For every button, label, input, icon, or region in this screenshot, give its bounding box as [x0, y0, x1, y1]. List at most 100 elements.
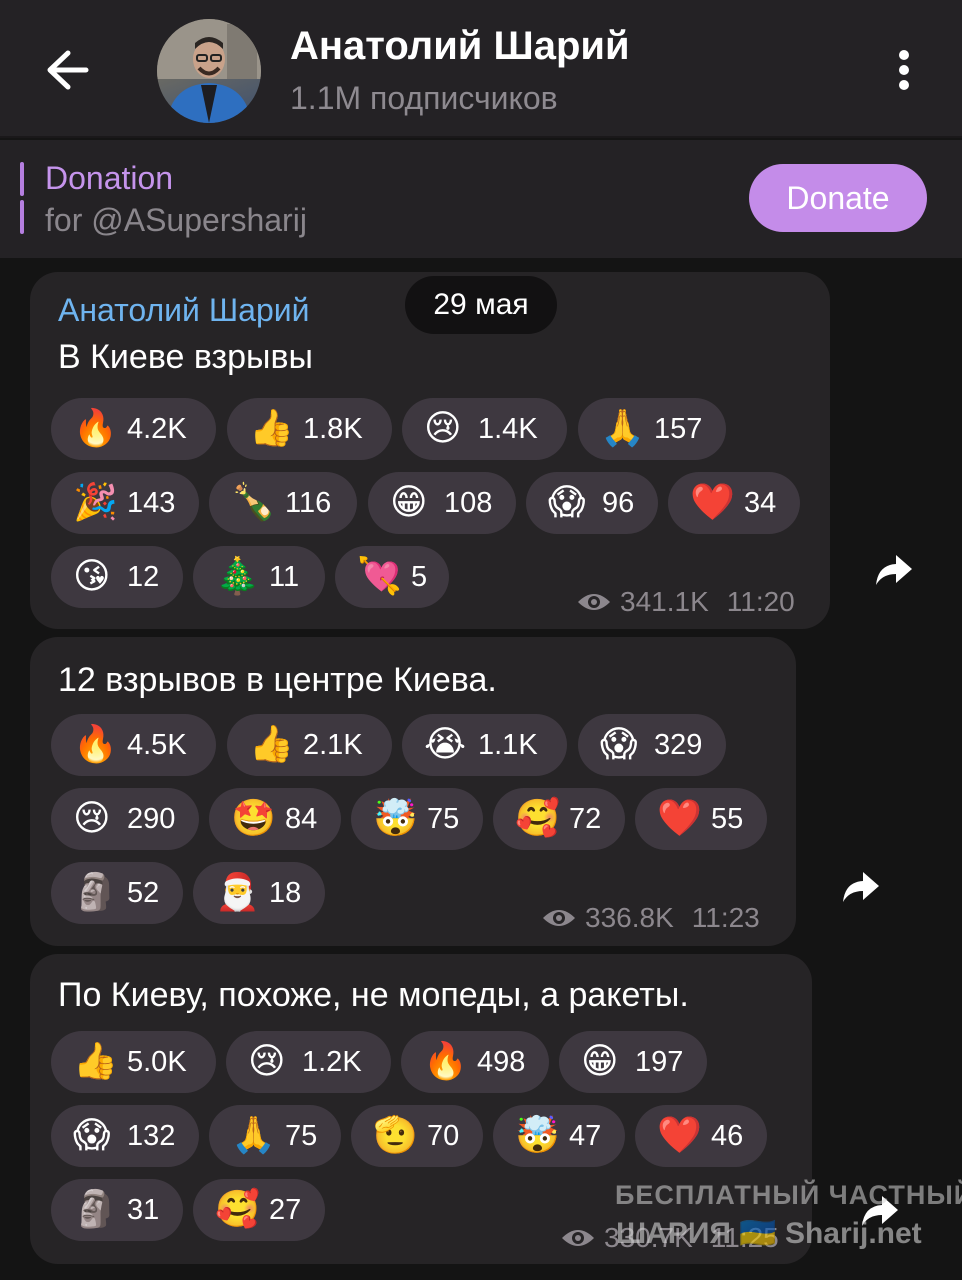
reaction-chip[interactable]: 🔥 498: [401, 1031, 549, 1093]
pinned-message-bar[interactable]: Donation for @ASupersharij Donate: [0, 140, 962, 258]
reaction-chip[interactable]: 🎉 143: [51, 472, 199, 534]
message-text: В Киеве взрывы: [58, 338, 313, 376]
reaction-chip[interactable]: 👍 5.0K: [51, 1031, 216, 1093]
reaction-count: 84: [285, 802, 318, 835]
reaction-chip[interactable]: 😘 12: [51, 546, 183, 608]
reaction-chip[interactable]: 🥰 27: [193, 1179, 325, 1241]
moai-emoji-icon: 🗿: [73, 872, 118, 913]
reaction-count: 132: [127, 1119, 176, 1152]
reaction-count: 4.2K: [127, 412, 187, 445]
fire-emoji-icon: 🔥: [73, 724, 118, 765]
reaction-chip[interactable]: 😱 132: [51, 1105, 199, 1167]
saluting-face-emoji-icon: 🫡: [373, 1115, 418, 1156]
screaming-face-emoji-icon: 😱: [73, 1115, 111, 1156]
reaction-count: 108: [444, 486, 493, 519]
forward-icon[interactable]: [841, 870, 881, 904]
message-sender[interactable]: Анатолий Шарий: [58, 292, 309, 329]
reaction-chip[interactable]: 🍾 116: [209, 472, 357, 534]
reaction-count: 1.1K: [478, 728, 538, 761]
reaction-chip[interactable]: 😢 1.4K: [402, 398, 567, 460]
pinned-indicator: [20, 162, 24, 196]
reaction-chip[interactable]: 👍 2.1K: [227, 714, 392, 776]
message-text: 12 взрывов в центре Киева.: [58, 661, 497, 699]
reaction-count: 27: [269, 1193, 302, 1226]
star-struck-emoji-icon: 🤩: [231, 798, 276, 839]
reaction-count: 1.8K: [303, 412, 363, 445]
reaction-chip[interactable]: 🎄 11: [193, 546, 325, 608]
reaction-count: 31: [127, 1193, 160, 1226]
date-separator: 29 мая: [405, 276, 557, 334]
reaction-count: 157: [654, 412, 703, 445]
subscriber-count: 1.1M подписчиков: [290, 80, 558, 116]
donate-button[interactable]: Donate: [749, 164, 927, 232]
reaction-chip[interactable]: 😭 1.1K: [402, 714, 567, 776]
views-eye-icon: [562, 1230, 594, 1246]
reaction-chip[interactable]: 🤯 47: [493, 1105, 625, 1167]
reaction-chip[interactable]: 🙏 75: [209, 1105, 341, 1167]
reaction-count: 52: [127, 876, 160, 909]
reaction-chip[interactable]: 🔥 4.5K: [51, 714, 216, 776]
forward-icon[interactable]: [874, 553, 914, 587]
reaction-chip[interactable]: ❤️ 34: [668, 472, 800, 534]
smiling-hearts-emoji-icon: 🥰: [215, 1189, 260, 1230]
reaction-chip[interactable]: 🫡 70: [351, 1105, 483, 1167]
more-menu-icon[interactable]: [884, 46, 924, 94]
channel-title[interactable]: Анатолий Шарий: [290, 24, 630, 69]
reaction-count: 70: [427, 1119, 460, 1152]
grinning-face-emoji-icon: 😁: [581, 1041, 619, 1082]
crying-face-emoji-icon: 😢: [73, 798, 111, 839]
reaction-count: 116: [285, 486, 332, 519]
view-count: 341.1K: [620, 586, 709, 617]
reaction-chip[interactable]: 😁 108: [368, 472, 516, 534]
reaction-count: 55: [711, 802, 744, 835]
reaction-count: 1.2K: [302, 1045, 362, 1078]
thumbs-up-emoji-icon: 👍: [249, 408, 294, 449]
fire-emoji-icon: 🔥: [73, 408, 118, 449]
reaction-count: 34: [744, 486, 777, 519]
thumbs-up-emoji-icon: 👍: [73, 1041, 118, 1082]
channel-avatar[interactable]: [157, 19, 261, 123]
reaction-chip[interactable]: 🗿 52: [51, 862, 183, 924]
message-time: 11:23: [691, 902, 760, 933]
watermark-line2: ШАРИЯ 🇺🇦 Sharij.net: [616, 1217, 922, 1250]
reaction-chip[interactable]: 🥰 72: [493, 788, 625, 850]
message-meta: 336.8K 11:23: [541, 902, 760, 934]
reaction-count: 12: [127, 560, 160, 593]
exploding-head-emoji-icon: 🤯: [373, 798, 418, 839]
reaction-count: 47: [569, 1119, 602, 1152]
reaction-count: 46: [711, 1119, 744, 1152]
back-arrow-icon[interactable]: [40, 44, 96, 96]
reaction-count: 329: [654, 728, 703, 761]
reaction-chip[interactable]: 😢 1.2K: [226, 1031, 391, 1093]
red-heart-emoji-icon: ❤️: [690, 482, 735, 523]
reaction-count: 75: [427, 802, 460, 835]
reaction-chip[interactable]: 🤩 84: [209, 788, 341, 850]
reaction-chip[interactable]: 🎅 18: [193, 862, 325, 924]
reaction-chip[interactable]: 🔥 4.2K: [51, 398, 216, 460]
reaction-count: 11: [269, 560, 300, 593]
reaction-count: 290: [127, 802, 176, 835]
folded-hands-emoji-icon: 🙏: [231, 1115, 276, 1156]
reaction-chip[interactable]: 💘 5: [335, 546, 449, 608]
reaction-chip[interactable]: 🙏 157: [578, 398, 726, 460]
reaction-chip[interactable]: 😱 329: [578, 714, 726, 776]
exploding-head-emoji-icon: 🤯: [515, 1115, 560, 1156]
reaction-chip[interactable]: ❤️ 55: [635, 788, 767, 850]
reaction-chip[interactable]: 🗿 31: [51, 1179, 183, 1241]
reaction-chip[interactable]: 😁 197: [559, 1031, 707, 1093]
reaction-chip[interactable]: ❤️ 46: [635, 1105, 767, 1167]
heart-arrow-emoji-icon: 💘: [357, 556, 402, 597]
pinned-subtitle: for @ASupersharij: [45, 202, 307, 238]
reaction-count: 96: [602, 486, 635, 519]
reaction-chip[interactable]: 👍 1.8K: [227, 398, 392, 460]
views-eye-icon: [578, 594, 610, 610]
reaction-chip[interactable]: 😢 290: [51, 788, 199, 850]
thumbs-up-emoji-icon: 👍: [249, 724, 294, 765]
reaction-chip[interactable]: 😱 96: [526, 472, 658, 534]
reaction-chip[interactable]: 🤯 75: [351, 788, 483, 850]
reaction-count: 5: [411, 560, 428, 593]
chat-header: Анатолий Шарий 1.1M подписчиков: [0, 0, 962, 138]
view-count: 336.8K: [585, 902, 674, 933]
reaction-count: 75: [285, 1119, 318, 1152]
reaction-count: 498: [477, 1045, 526, 1078]
